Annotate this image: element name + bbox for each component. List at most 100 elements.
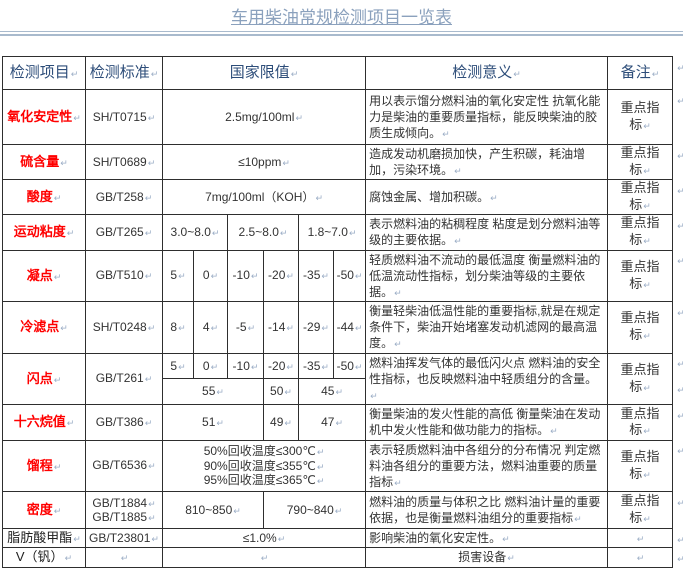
row-cfpp-limit-6: -44	[334, 302, 366, 354]
row-viscosity-label: 运动粘度	[3, 215, 86, 250]
row-vanadium-remark	[608, 548, 673, 567]
row-cetane-label: 十六烷值	[3, 405, 86, 440]
col-header-limit: 国家限值	[163, 57, 366, 90]
row-flashpoint-limit-3: 45	[299, 379, 366, 405]
row-pourpoint-limit-3: -10	[228, 250, 264, 302]
end-of-row-mark	[673, 180, 683, 215]
row-flashpoint-grade-4: -20	[264, 353, 299, 379]
table-row: 脂肪酸甲酯 GB/T23801 ≤1.0% 影响柴油的氧化安定性。	[3, 529, 683, 548]
row-cfpp-standard: SH/T0248	[86, 302, 163, 354]
row-oxidation-remark: 重点指标	[608, 90, 673, 145]
row-pourpoint-limit-5: -35	[299, 250, 334, 302]
row-viscosity-standard: GB/T265	[86, 215, 163, 250]
row-vanadium-standard	[86, 548, 163, 567]
end-of-row-mark	[673, 548, 683, 567]
row-distillation-label: 馏程	[3, 440, 86, 492]
row-vanadium-meaning: 损害设备	[366, 548, 608, 567]
table-row: V（钒） 损害设备	[3, 548, 683, 567]
row-flashpoint-label: 闪点	[3, 353, 86, 405]
row-pourpoint-remark: 重点指标	[608, 250, 673, 302]
end-of-row-mark	[673, 145, 683, 180]
row-cetane-limit-2: 49	[264, 405, 299, 440]
row-distillation-meaning: 表示轻质燃料油中各组分的分布情况 判定燃料油各组分的重要方法，燃料油重要的质量指…	[366, 440, 608, 492]
row-sulfur-limit: ≤10ppm	[163, 145, 366, 180]
title-divider	[0, 31, 683, 36]
row-vanadium-label: V（钒）	[3, 548, 86, 567]
row-flashpoint-grade-2: 0	[194, 353, 228, 379]
row-cetane-remark: 重点指标	[608, 405, 673, 440]
row-density-limit-2: 790~840	[264, 492, 366, 529]
table-row: 氧化安定性 SH/T0715 2.5mg/100ml 用以表示馏分燃料油的氧化安…	[3, 90, 683, 145]
end-of-row-mark	[673, 90, 683, 145]
row-viscosity-limit-3: 1.8~7.0	[299, 215, 366, 250]
row-flashpoint-limit-1: 55	[163, 379, 264, 405]
row-density-limit-1: 810~850	[163, 492, 264, 529]
table-row: 十六烷值 GB/T386 51 49 47 衡量柴油的发火性能的高低 衡量柴油在…	[3, 405, 683, 440]
row-acidity-meaning: 腐蚀金属、增加积碳。	[366, 180, 608, 215]
row-cfpp-limit-5: -29	[299, 302, 334, 354]
row-cfpp-limit-2: 4	[194, 302, 228, 354]
row-cetane-limit-1: 51	[163, 405, 264, 440]
end-of-row-mark	[673, 215, 683, 250]
row-cetane-meaning: 衡量柴油的发火性能的高低 衡量柴油在发动机中发火性能和做功能力的指标。	[366, 405, 608, 440]
row-cfpp-limit-1: 8	[163, 302, 194, 354]
table-row: 馏程 GB/T6536 50%回收温度≤300℃ 90%回收温度≤355℃ 95…	[3, 440, 683, 492]
header-row: 检测项目 检测标准 国家限值 检测意义 备注	[3, 57, 683, 90]
table-row: 酸度 GB/T258 7mg/100ml（KOH） 腐蚀金属、增加积碳。 重点指…	[3, 180, 683, 215]
row-flashpoint-remark: 重点指标	[608, 353, 673, 405]
row-pourpoint-limit-1: 5	[163, 250, 194, 302]
end-of-row-mark	[673, 353, 683, 379]
row-oxidation-label: 氧化安定性	[3, 90, 86, 145]
table-row: 运动粘度 GB/T265 3.0~8.0 2.5~8.0 1.8~7.0 表示燃…	[3, 215, 683, 250]
row-oxidation-limit: 2.5mg/100ml	[163, 90, 366, 145]
row-pourpoint-standard: GB/T510	[86, 250, 163, 302]
row-fame-meaning: 影响柴油的氧化安定性。	[366, 529, 608, 548]
row-acidity-label: 酸度	[3, 180, 86, 215]
row-sulfur-remark: 重点指标	[608, 145, 673, 180]
row-density-meaning: 燃料油的质量与体积之比 燃料油计量的重要依据，也是衡量燃料油组分的重要指标	[366, 492, 608, 529]
end-of-row-mark	[673, 250, 683, 302]
row-cfpp-limit-4: -14	[264, 302, 299, 354]
row-sulfur-meaning: 造成发动机磨损加快，产生积碳，耗油增加，污染环境。	[366, 145, 608, 180]
row-fame-label: 脂肪酸甲酯	[3, 529, 86, 548]
row-cfpp-meaning: 衡量轻柴油低温性能的重要指标,就是在规定条件下，柴油开始堵塞发动机滤网的最高温度…	[366, 302, 608, 354]
table-row: 凝点 GB/T510 5 0 -10 -20 -35 -50 轻质燃料油不流动的…	[3, 250, 683, 302]
row-flashpoint-meaning: 燃料油挥发气体的最低闪火点 燃料油的安全性指标，也反映燃料油中轻质组分的含量。	[366, 353, 608, 405]
table-row: 密度 GB/T1884 GB/T1885 810~850 790~840 燃料油…	[3, 492, 683, 529]
row-acidity-standard: GB/T258	[86, 180, 163, 215]
row-distillation-limit: 50%回收温度≤300℃ 90%回收温度≤355℃ 95%回收温度≤365℃	[163, 440, 366, 492]
end-of-row-mark	[673, 492, 683, 529]
row-viscosity-limit-1: 3.0~8.0	[163, 215, 228, 250]
row-density-remark: 重点指标	[608, 492, 673, 529]
row-fame-limit: ≤1.0%	[163, 529, 366, 548]
row-cetane-standard: GB/T386	[86, 405, 163, 440]
row-pourpoint-label: 凝点	[3, 250, 86, 302]
row-acidity-limit: 7mg/100ml（KOH）	[163, 180, 366, 215]
end-of-row-mark	[673, 529, 683, 548]
col-header-item: 检测项目	[3, 57, 86, 90]
row-pourpoint-meaning: 轻质燃料油不流动的最低温度 衡量燃料油的低温流动性指标，划分柴油等级的主要依据。	[366, 250, 608, 302]
row-distillation-remark: 重点指标	[608, 440, 673, 492]
row-viscosity-remark: 重点指标	[608, 215, 673, 250]
row-oxidation-meaning: 用以表示馏分燃料油的氧化安定性 抗氧化能力是柴油的重要质量指标，能反映柴油的胶质…	[366, 90, 608, 145]
row-flashpoint-limit-2: 50	[264, 379, 299, 405]
row-vanadium-limit	[163, 548, 366, 567]
row-distillation-standard: GB/T6536	[86, 440, 163, 492]
end-of-row-mark	[673, 405, 683, 440]
col-header-meaning: 检测意义	[366, 57, 608, 90]
row-flashpoint-grade-6: -50	[334, 353, 366, 379]
row-pourpoint-limit-6: -50	[334, 250, 366, 302]
diesel-test-table: 检测项目 检测标准 国家限值 检测意义 备注 氧化安定性 SH/T0715 2.…	[2, 56, 683, 568]
table-row: 冷滤点 SH/T0248 8 4 -5 -14 -29 -44 衡量轻柴油低温性…	[3, 302, 683, 354]
row-fame-remark	[608, 529, 673, 548]
row-density-label: 密度	[3, 492, 86, 529]
row-cfpp-label: 冷滤点	[3, 302, 86, 354]
table-row: 硫含量 SH/T0689 ≤10ppm 造成发动机磨损加快，产生积碳，耗油增加，…	[3, 145, 683, 180]
end-of-row-mark	[673, 440, 683, 492]
row-cfpp-remark: 重点指标	[608, 302, 673, 354]
row-flashpoint-grade-5: -35	[299, 353, 334, 379]
row-fame-standard: GB/T23801	[86, 529, 163, 548]
row-oxidation-standard: SH/T0715	[86, 90, 163, 145]
col-header-remark: 备注	[608, 57, 673, 90]
row-density-standard: GB/T1884 GB/T1885	[86, 492, 163, 529]
